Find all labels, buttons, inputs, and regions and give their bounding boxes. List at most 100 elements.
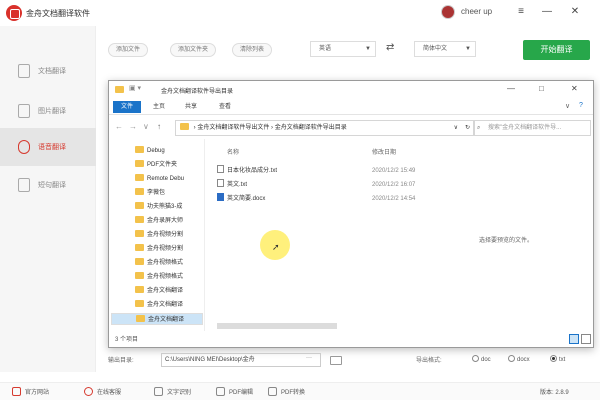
tree-item[interactable]: Debug <box>135 145 203 157</box>
forward-icon[interactable]: → <box>129 122 137 131</box>
swap-icon[interactable]: ⇄ <box>386 42 394 53</box>
clear-list-button[interactable]: 清除列表 <box>232 43 272 57</box>
file-row[interactable]: 英文.txt 2020/12/2 16:07 <box>217 179 443 191</box>
format-radio-docx[interactable]: docx <box>508 355 530 363</box>
radio-selected-icon <box>550 355 557 362</box>
source-language-select[interactable]: 英语 ▼ <box>310 41 376 57</box>
pdf-edit-link[interactable]: PDF编辑 <box>216 387 253 396</box>
sidebar-item-document-translation[interactable]: 文档翻译 <box>0 52 96 90</box>
open-folder-icon[interactable] <box>330 356 342 365</box>
tree-item-label: 金舟视频分割 <box>147 246 184 252</box>
pdf-convert-link[interactable]: PDF转换 <box>268 387 305 396</box>
microphone-icon <box>18 140 30 154</box>
bottom-item-label: 文字识别 <box>167 390 192 396</box>
browse-button[interactable]: ··· <box>306 355 312 361</box>
large-icons-view-icon[interactable] <box>581 334 591 344</box>
app-logo-icon <box>6 5 22 21</box>
search-input[interactable]: ⌕ 搜索"金舟文档翻译软件导... <box>473 120 591 136</box>
title-bar: 金舟文档翻译软件 cheer up ≡ — ✕ <box>0 0 600 26</box>
output-path-input[interactable]: C:\Users\NING MEI\Desktop\金舟 <box>161 353 321 367</box>
maximize-button[interactable]: □ <box>539 84 544 93</box>
tab-share[interactable]: 共享 <box>185 101 197 113</box>
tree-item[interactable]: 金舟文档翻译 <box>135 285 203 297</box>
avatar[interactable] <box>441 5 455 19</box>
tree-item[interactable]: 金舟录屏大师 <box>135 215 203 227</box>
tree-item[interactable]: 金舟视频格式 <box>135 257 203 269</box>
folder-icon <box>135 258 144 265</box>
status-bar: 3 个项目 <box>109 333 593 347</box>
text-file-icon <box>217 165 224 173</box>
format-radio-txt[interactable]: txt <box>550 355 565 363</box>
tree-item[interactable]: 金舟文档翻译 <box>135 299 203 311</box>
details-view-icon[interactable] <box>569 334 579 344</box>
address-bar[interactable]: › 金舟文档翻译软件导出文件 › 金舟文档翻译软件导出目录 ∨ ↻ <box>175 120 475 136</box>
tree-item-label: 金舟视频格式 <box>147 274 184 280</box>
user-name[interactable]: cheer up <box>461 7 492 16</box>
sidebar-item-sentence-translation[interactable]: 短句翻译 <box>0 166 96 204</box>
preview-message: 选择要预览的文件。 <box>479 238 534 244</box>
tree-item[interactable]: 金舟视频分割 <box>135 243 203 255</box>
tab-file[interactable]: 文件 <box>113 101 141 113</box>
tree-item[interactable]: Remote Debu <box>135 173 203 185</box>
tree-item[interactable]: PDF文件夹 <box>135 159 203 171</box>
file-row[interactable]: 英文简要.docx 2020/12/2 14:54 <box>217 193 443 205</box>
address-row: ← → ∨ ↑ › 金舟文档翻译软件导出文件 › 金舟文档翻译软件导出目录 ∨ … <box>109 117 593 139</box>
official-site-link[interactable]: 官方网站 <box>12 387 49 396</box>
refresh-icon[interactable]: ↻ <box>465 121 470 135</box>
format-label: txt <box>559 357 566 363</box>
tree-item-label: Debug <box>147 148 165 154</box>
tree-item[interactable]: 功夫熊猫3-成 <box>135 201 203 213</box>
tree-item[interactable]: 金舟视频分割 <box>135 229 203 241</box>
output-row: 输出目录: C:\Users\NING MEI\Desktop\金舟 ··· 导… <box>108 352 598 368</box>
quick-access-icon[interactable]: ▣ ▾ <box>129 84 141 92</box>
folder-icon <box>135 216 144 223</box>
column-header-date[interactable]: 修改日期 <box>372 147 396 156</box>
tree-item[interactable]: 李薇包 <box>135 187 203 199</box>
bottom-item-label: PDF转换 <box>281 390 306 396</box>
tab-home[interactable]: 主页 <box>153 101 165 113</box>
online-support-link[interactable]: 在线客服 <box>84 387 121 396</box>
close-button[interactable]: ✕ <box>571 84 578 93</box>
format-radio-doc[interactable]: doc <box>472 355 491 363</box>
column-header-name[interactable]: 名称 <box>227 147 239 156</box>
target-language-select[interactable]: 简体中文 ▼ <box>414 41 476 57</box>
bottom-item-label: 在线客服 <box>97 390 122 396</box>
document-icon <box>18 64 30 78</box>
minimize-button[interactable]: — <box>507 84 515 93</box>
version-info: 版本: 2.8.9 <box>540 387 569 396</box>
folder-tree[interactable]: Debug PDF文件夹 Remote Debu 李薇包 功夫熊猫3-成 金舟录… <box>109 139 205 331</box>
start-translation-button[interactable]: 开始翻译 <box>523 40 590 60</box>
minimize-button[interactable]: — <box>538 3 556 21</box>
tree-item-selected[interactable]: 金舟文档翻译 <box>111 313 203 325</box>
horizontal-scrollbar[interactable] <box>217 323 337 329</box>
chevron-down-icon[interactable]: ∨ <box>565 102 570 110</box>
tree-item[interactable]: 金舟视频格式 <box>135 271 203 283</box>
folder-icon <box>115 86 124 93</box>
tab-view[interactable]: 查看 <box>219 101 231 113</box>
chevron-down-icon[interactable]: ∨ <box>143 122 149 131</box>
version-label: 版本: <box>540 390 554 396</box>
add-file-button[interactable]: 添加文件 <box>108 43 148 57</box>
ocr-icon <box>154 387 163 396</box>
menu-icon[interactable]: ≡ <box>512 3 530 21</box>
file-date: 2020/12/2 15:49 <box>372 168 416 174</box>
breadcrumb-item[interactable]: 金舟文档翻译软件导出目录 <box>275 125 347 131</box>
sidebar: 文档翻译 图片翻译 语音翻译 短句翻译 <box>0 26 96 372</box>
chevron-down-icon[interactable]: ∨ <box>454 121 458 135</box>
file-row[interactable]: 日本化妆品成分.txt 2020/12/2 15:49 <box>217 165 443 177</box>
sidebar-item-voice-translation[interactable]: 语音翻译 <box>0 128 96 166</box>
add-folder-button[interactable]: 添加文件夹 <box>170 43 216 57</box>
sidebar-item-label: 短句翻译 <box>38 182 66 189</box>
ocr-link[interactable]: 文字识别 <box>154 387 191 396</box>
back-icon[interactable]: ← <box>115 122 123 131</box>
close-button[interactable]: ✕ <box>566 3 584 21</box>
chevron-down-icon: ▼ <box>365 46 371 52</box>
app-title: 金舟文档翻译软件 <box>26 9 90 18</box>
up-icon[interactable]: ↑ <box>157 122 161 131</box>
breadcrumb-item[interactable]: 金舟文档翻译软件导出文件 <box>197 125 269 131</box>
output-label: 输出目录: <box>108 358 134 364</box>
folder-icon <box>135 272 144 279</box>
help-icon[interactable]: ? <box>579 102 583 109</box>
sidebar-item-image-translation[interactable]: 图片翻译 <box>0 92 96 130</box>
cursor-icon: ➚ <box>272 242 280 252</box>
